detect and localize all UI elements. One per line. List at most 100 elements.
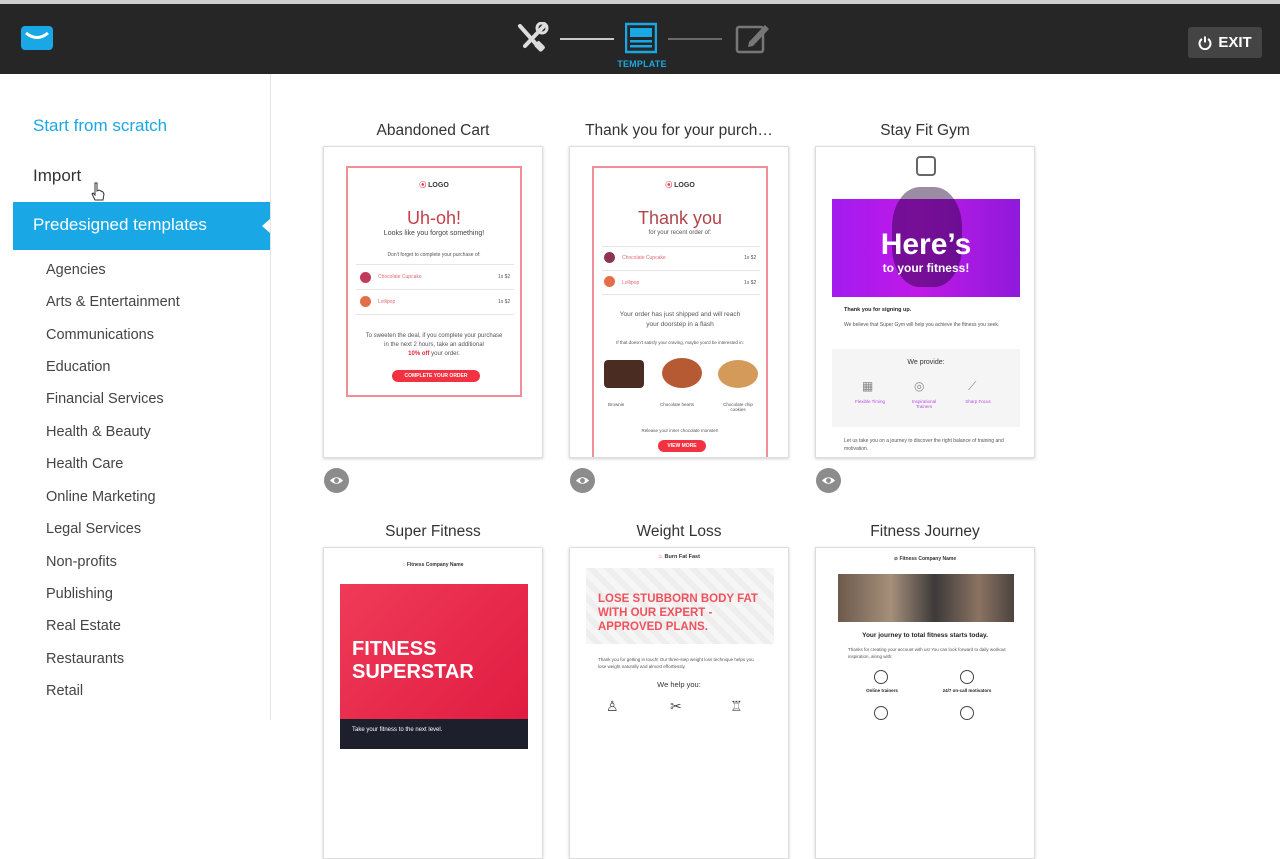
candy-icon: ⦿ [419, 182, 427, 189]
feature-label: Inspirational Trainers [911, 399, 937, 409]
hero-headline: LOSE STUBBORN BODY FAT WITH OUR EXPERT -… [598, 593, 758, 633]
template-thumbnail[interactable]: Here’s to your fitness! Thank you for si… [815, 146, 1035, 458]
item-name: Chocolate Cupcake [622, 255, 666, 261]
hero-banner: FITNESS SUPERSTAR [340, 584, 528, 719]
template-card-stay-fit-gym[interactable]: Stay Fit Gym Here’s to your fitness! Tha… [815, 122, 1035, 493]
company-header: ⊘ Fitness Company Name [893, 556, 957, 562]
category-agencies[interactable]: Agencies [46, 262, 106, 278]
category-real-estate[interactable]: Real Estate [46, 618, 121, 634]
step-connector [668, 38, 722, 40]
category-health-care[interactable]: Health Care [46, 456, 123, 472]
category-communications[interactable]: Communications [46, 327, 154, 343]
template-card-thank-you[interactable]: Thank you for your purch… ⦿ LOGO Thank y… [569, 122, 789, 493]
category-retail[interactable]: Retail [46, 683, 83, 699]
divider [356, 264, 514, 265]
exit-button[interactable]: EXIT [1188, 27, 1262, 58]
help-heading: We help you: [657, 680, 701, 689]
tools-icon[interactable] [516, 21, 550, 54]
bottle-icon: ♖ [730, 698, 743, 714]
item-name: Lollipop [378, 299, 396, 305]
app-logo-icon[interactable] [21, 26, 53, 50]
template-title: Weight Loss [636, 523, 722, 540]
flame-icon: ♨ [658, 554, 663, 560]
template-title: Super Fitness [385, 523, 481, 540]
start-from-scratch-link[interactable]: Start from scratch [33, 116, 167, 136]
gym-logo-icon [916, 156, 936, 176]
import-link[interactable]: Import [33, 166, 81, 186]
category-legal-services[interactable]: Legal Services [46, 521, 141, 537]
category-publishing[interactable]: Publishing [46, 586, 113, 602]
category-non-profits[interactable]: Non-profits [46, 554, 117, 570]
wizard-steps: TEMPLATE [516, 20, 776, 75]
sidebar: Start from scratch Import Predesigned te… [0, 74, 271, 720]
meal-icon: ✂ [670, 698, 682, 714]
hero-tagline: Take your fitness to the next level. [352, 727, 443, 733]
cupcake-icon [360, 272, 371, 283]
calendar-icon: ▦ [862, 379, 874, 393]
top-bar: TEMPLATE EXIT [0, 0, 1280, 74]
person-icon: ♙ [606, 698, 619, 714]
heart-icon [960, 706, 974, 720]
edit-icon[interactable] [735, 22, 771, 54]
hero-banner: Here’s to your fitness! [832, 187, 1020, 297]
motivator-icon [960, 670, 974, 684]
feature-label: Flexible Timing [854, 399, 885, 404]
template-thumbnail[interactable]: ♨ Burn Fat Fast LOSE STUBBORN BODY FAT W… [569, 547, 789, 859]
email-logo: ⦿ LOGO [665, 182, 695, 189]
chocolate-hearts-image [662, 358, 702, 388]
company-header: ◌ Fitness Company Name [402, 562, 464, 568]
predesigned-templates-item[interactable]: Predesigned templates [13, 202, 270, 250]
hand-cursor-icon [90, 182, 106, 202]
email-subhead: for your recent order of: [648, 230, 712, 236]
template-card-super-fitness[interactable]: Super Fitness ◌ Fitness Company Name FIT… [323, 523, 543, 859]
hero-footer: Take your fitness to the next level. [340, 719, 528, 749]
product-name: Chocolate chip cookies [723, 402, 753, 412]
feature-label: 24/7 on-call motivators [942, 688, 992, 693]
brownie-image [604, 360, 644, 388]
category-arts-entertainment[interactable]: Arts & Entertainment [46, 294, 180, 310]
template-thumbnail[interactable]: ⦿ LOGO Thank you for your recent order o… [569, 146, 789, 458]
email-logo: ⦿ LOGO [419, 182, 449, 189]
template-icon[interactable] [624, 22, 658, 54]
hero-headline: FITNESS SUPERSTAR [352, 638, 474, 683]
hero-headline: Here’s [880, 228, 972, 261]
complete-order-button: COMPLETE YOUR ORDER [392, 370, 480, 382]
product-name: Chocolate hearts [660, 402, 695, 407]
email-note: If that doesn't satisfy your craving, ma… [616, 340, 744, 345]
company-logo-icon: ⊘ [893, 556, 899, 562]
template-thumbnail[interactable]: ⦿ LOGO Uh-oh! Looks like you forgot some… [323, 146, 543, 458]
candy-icon: ⦿ [665, 182, 673, 189]
template-thumbnail[interactable]: ⊘ Fitness Company Name Your journey to t… [815, 547, 1035, 859]
template-title: Stay Fit Gym [880, 122, 970, 139]
category-restaurants[interactable]: Restaurants [46, 651, 124, 667]
category-financial-services[interactable]: Financial Services [46, 391, 164, 407]
template-card-abandoned-cart[interactable]: Abandoned Cart ⦿ LOGO Uh-oh! Looks like … [323, 122, 543, 493]
preview-eye-icon[interactable] [570, 468, 595, 493]
email-body: Thank you for getting in touch! Our thre… [598, 657, 754, 669]
email-body: To sweeten the deal, if you complete you… [365, 333, 503, 357]
category-health-beauty[interactable]: Health & Beauty [46, 424, 151, 440]
template-gallery: Abandoned Cart ⦿ LOGO Uh-oh! Looks like … [271, 74, 1280, 859]
category-education[interactable]: Education [46, 359, 111, 375]
divider [602, 270, 760, 271]
feature-label: Sharp Focus [965, 399, 991, 404]
hero-subline: to your fitness! [882, 261, 970, 275]
email-headline: Your journey to total fitness starts tod… [862, 632, 988, 639]
item-name: Chocolate Cupcake [378, 274, 422, 280]
email-frame: ⦿ LOGO Thank you for your recent order o… [592, 166, 768, 457]
email-subhead: Looks like you forgot something! [383, 230, 485, 237]
item-qty: 1x $2 [744, 280, 757, 286]
preview-eye-icon[interactable] [816, 468, 841, 493]
item-qty: 1x $2 [498, 299, 511, 305]
template-thumbnail[interactable]: ◌ Fitness Company Name FITNESS SUPERSTAR… [323, 547, 543, 859]
preview-eye-icon[interactable] [324, 468, 349, 493]
power-icon [1198, 36, 1212, 50]
template-card-fitness-journey[interactable]: Fitness Journey ⊘ Fitness Company Name Y… [815, 523, 1035, 859]
email-headline: Uh-oh! [406, 208, 462, 228]
item-qty: 1x $2 [498, 274, 511, 280]
email-frame: ⦿ LOGO Uh-oh! Looks like you forgot some… [346, 166, 522, 397]
category-online-marketing[interactable]: Online Marketing [46, 489, 156, 505]
template-card-weight-loss[interactable]: Weight Loss ♨ Burn Fat Fast LOSE STUBBOR… [569, 523, 789, 859]
feature-label: Online trainers [866, 688, 898, 693]
template-title: Fitness Journey [870, 523, 980, 540]
